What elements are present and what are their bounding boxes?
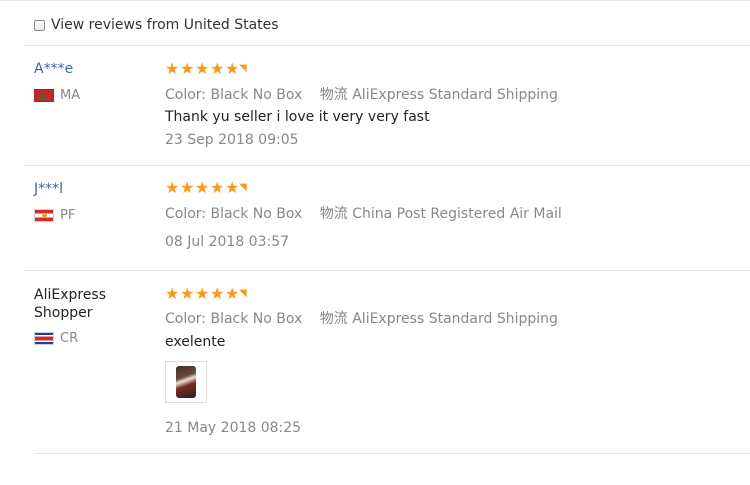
- star-icon: ★: [225, 59, 240, 78]
- reviewer-name[interactable]: A***e: [34, 60, 73, 78]
- country-code: CR: [60, 331, 79, 346]
- rating-stars: ★ ★ ★ ★ ★ ◥: [165, 61, 247, 77]
- star-icon: ★: [195, 178, 210, 197]
- divider: [24, 270, 750, 271]
- review-date: 21 May 2018 08:25: [165, 420, 302, 436]
- us-reviews-filter-label[interactable]: View reviews from United States: [51, 17, 279, 33]
- color-label: Color: Black No Box: [165, 206, 303, 222]
- country-code: MA: [60, 88, 81, 103]
- divider: [24, 45, 750, 46]
- divider: [24, 165, 750, 166]
- star-icon: ★: [165, 178, 180, 197]
- review-date: 08 Jul 2018 03:57: [165, 234, 290, 250]
- shipping-method: AliExpress Standard Shipping: [352, 87, 558, 103]
- reviewer-name[interactable]: J***l: [34, 180, 63, 198]
- star-icon: ★: [180, 59, 195, 78]
- top-divider: [0, 0, 750, 1]
- star-icon: ★: [210, 284, 225, 303]
- country-code: PF: [60, 208, 76, 223]
- flag-pf-icon: [34, 209, 54, 222]
- reviewer-country: MA: [34, 88, 80, 103]
- shipping-method: China Post Registered Air Mail: [352, 206, 562, 222]
- review-photo: [176, 366, 196, 398]
- rating-stars: ★ ★ ★ ★ ★ ◥: [165, 286, 247, 302]
- logistics-label: 物流: [319, 87, 348, 103]
- reviewer-country: PF: [34, 208, 75, 223]
- shipping-method: AliExpress Standard Shipping: [352, 311, 558, 327]
- logistics-label: 物流: [319, 311, 348, 327]
- review-text: Thank yu seller i love it very very fast: [165, 109, 430, 125]
- star-icon: ★: [210, 178, 225, 197]
- star-icon: ★: [225, 284, 240, 303]
- star-tail-icon: ◥: [239, 63, 247, 74]
- reviewer-name: AliExpress Shopper: [34, 287, 107, 321]
- flag-ma-icon: [34, 89, 54, 102]
- star-icon: ★: [180, 178, 195, 197]
- color-label: Color: Black No Box: [165, 87, 303, 103]
- us-reviews-filter[interactable]: View reviews from United States: [34, 14, 279, 36]
- star-icon: ★: [165, 59, 180, 78]
- star-tail-icon: ◥: [239, 288, 247, 299]
- star-icon: ★: [195, 284, 210, 303]
- star-icon: ★: [195, 59, 210, 78]
- flag-cr-icon: [34, 332, 54, 345]
- color-label: Color: Black No Box: [165, 311, 303, 327]
- star-icon: ★: [180, 284, 195, 303]
- review-date: 23 Sep 2018 09:05: [165, 132, 299, 148]
- divider: [34, 453, 750, 454]
- sku-info: Color: Black No Box 物流 China Post Regist…: [165, 203, 562, 223]
- sku-info: Color: Black No Box 物流 AliExpress Standa…: [165, 308, 558, 328]
- rating-stars: ★ ★ ★ ★ ★ ◥: [165, 180, 247, 196]
- star-tail-icon: ◥: [239, 182, 247, 193]
- star-icon: ★: [225, 178, 240, 197]
- review-text: exelente: [165, 334, 226, 350]
- star-icon: ★: [210, 59, 225, 78]
- logistics-label: 物流: [319, 206, 348, 222]
- review-photo-thumbnail[interactable]: [165, 361, 207, 403]
- us-reviews-checkbox[interactable]: [34, 19, 45, 31]
- star-icon: ★: [165, 284, 180, 303]
- reviewer-country: CR: [34, 331, 78, 346]
- sku-info: Color: Black No Box 物流 AliExpress Standa…: [165, 84, 558, 104]
